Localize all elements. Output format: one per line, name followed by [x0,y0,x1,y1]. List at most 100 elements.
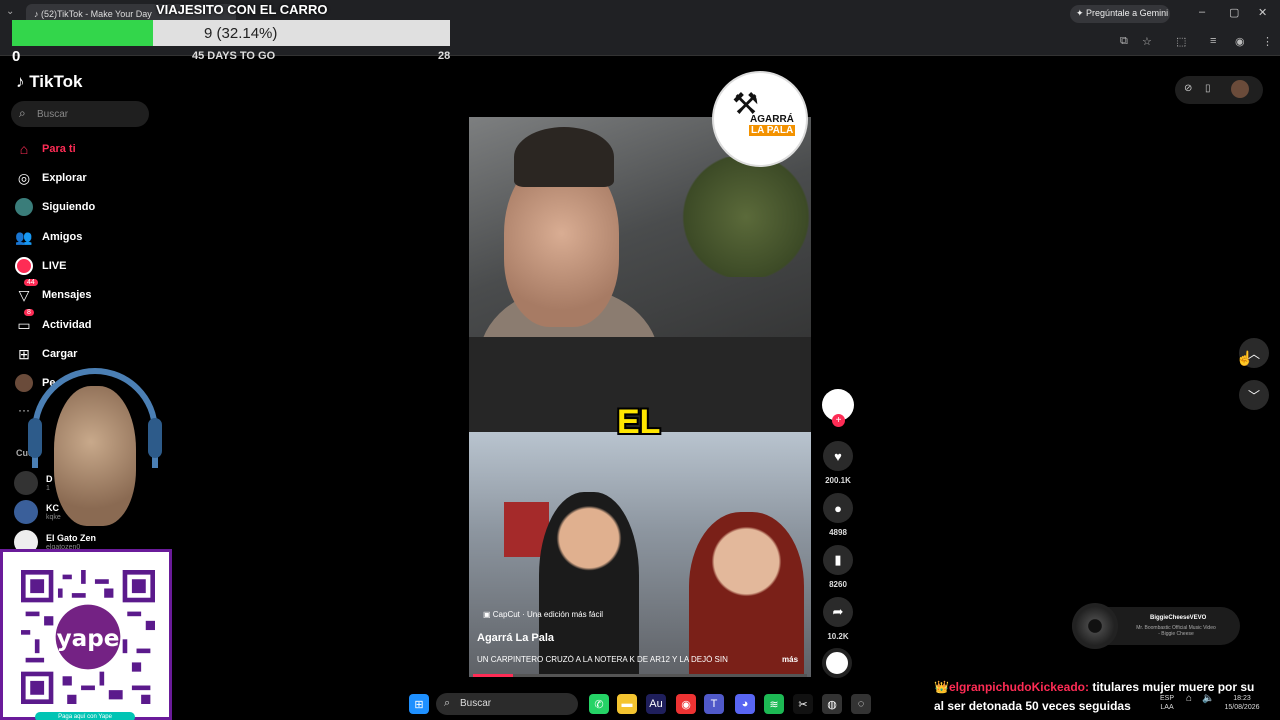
goal-progress-fill [12,20,153,46]
nav-label: Mensajes [42,289,92,301]
profile-icon[interactable]: ◉ [1235,35,1245,48]
tiktok-logo[interactable]: ♪ TikTok [16,72,82,92]
streamer-webcam [28,368,162,528]
tab-title: (52)TikTok - Make Your Day [41,9,152,19]
obs-icon[interactable]: ◍ [822,694,842,714]
extensions-icon[interactable]: ⬚ [1176,35,1186,48]
close-button[interactable]: ✕ [1258,6,1267,19]
video-player[interactable] [469,117,811,677]
bookmark-icon: ▮ [834,552,842,567]
nav-label: Cargar [42,348,78,360]
nav-item-mensajes[interactable]: ▽ 44 Mensajes [14,279,92,306]
capcut-icon: ▣ [483,610,493,619]
goal-progress-label: 9 (32.14%) [204,25,278,42]
top-right-controls: ⊘ ▯ [1175,76,1263,104]
network-icon[interactable]: ⌂ [1186,694,1192,704]
audition-icon[interactable]: Au [646,694,666,714]
ticker-line-1: 👑elgranpichudoKickeado: titulares mujer … [934,680,1254,694]
reading-list-icon[interactable]: ≡ [1210,35,1216,47]
earcup-right [148,418,162,458]
maximize-button[interactable]: ▢ [1229,6,1239,19]
mouse-cursor-icon: ☝ [1236,350,1254,366]
profile-avatar-icon [14,373,34,393]
qr-code-icon: yape [21,570,155,704]
user-avatar[interactable] [1231,80,1249,98]
earcup-left [28,418,42,458]
nav-label: Explorar [42,172,87,184]
search-input[interactable] [37,105,142,123]
clock-time: 18:23 [1233,695,1251,702]
chrome-menu-icon[interactable]: ⋮ [1262,35,1273,48]
nav-item-actividad[interactable]: ▭ 8 Actividad [14,309,92,336]
shares-count: 10.2K [827,632,849,641]
nav-label: Siguiendo [42,201,96,213]
search-icon: ⌕ [444,697,451,709]
file-explorer-icon[interactable]: ▬ [617,694,637,714]
chrome-icon[interactable]: ◉ [676,694,696,714]
language-indicator[interactable]: ESP LAA [1160,694,1174,712]
search-icon: ⌕ [19,106,26,120]
crown-icon: 👑 [934,680,949,694]
potato-avatar [54,386,136,526]
next-video-button[interactable]: ﹀ [1239,380,1269,410]
gemini-label: Pregúntale a Gemini [1086,8,1169,18]
saves-count: 8260 [829,580,847,589]
like-button[interactable]: ♥ [823,441,853,471]
nav-label: Amigos [42,231,83,243]
yape-qr-panel: yape Paga aquí con Yape [0,549,172,720]
taskbar-search[interactable]: ⌕ Buscar [436,693,578,715]
ticker-line-2: al ser detonada 50 veces seguidas [934,699,1131,713]
share-button[interactable]: ➦ [823,597,853,627]
capcut-tag[interactable]: ▣ CapCut · Una edición más fácil [483,610,603,619]
more-icon[interactable]: ··· [18,403,30,417]
nav-item-cargar[interactable]: ⊞ Cargar [14,343,77,365]
windows-start-icon[interactable]: ⊞ [409,694,429,714]
volume-icon[interactable]: 🔈 [1202,694,1214,704]
clock[interactable]: 18:23 15/08/2026 [1222,694,1262,712]
teams-icon[interactable]: T [704,694,724,714]
spotify-icon[interactable]: ≋ [764,694,784,714]
yape-cta: Paga aquí con Yape [35,712,135,720]
share-arrow-icon: ➦ [832,604,844,619]
nav-label: LIVE [42,260,67,272]
video-author[interactable]: Agarrá La Pala [477,632,554,644]
taskbar-search-label: Buscar [460,698,492,709]
video-overlay-word: EL [617,403,661,441]
search-box: ⌕ [11,101,149,127]
capcut-app-icon[interactable]: ✂ [793,694,813,714]
heart-icon: ♥ [834,448,842,464]
nav-item-explorar[interactable]: ◎ Explorar [14,167,87,189]
caption-more-link[interactable]: más [782,655,798,664]
tiktok-logo-text: TikTok [29,72,83,91]
video-progress-bar[interactable] [473,674,807,677]
discord-icon[interactable]: ◕ [735,694,755,714]
live-icon [14,256,34,276]
compass-small-icon[interactable]: ⊘ [1184,83,1192,94]
follow-plus-icon[interactable]: + [832,414,845,427]
scene-hair [514,127,614,187]
install-app-icon[interactable]: ⧉ [1120,35,1128,48]
nav-item-para-ti[interactable]: ⌂ Para ti [14,138,76,160]
bookmark-star-icon[interactable]: ☆ [1142,35,1152,48]
tab-list-icon[interactable]: ⌄ [6,6,14,17]
video-progress-fill [473,674,514,677]
gemini-button[interactable]: ✦ Pregúntale a Gemini [1070,5,1170,23]
device-icon[interactable]: ▯ [1205,83,1211,94]
activity-badge: 8 [24,309,34,316]
friends-icon: 👥 [15,228,33,245]
nav-item-live[interactable]: LIVE [14,255,66,277]
whatsapp-icon[interactable]: ✆ [589,694,609,714]
app-icon[interactable]: ◌ [851,694,871,714]
music-disc-icon[interactable] [822,648,852,678]
comment-icon: ● [834,500,842,516]
capcut-text: CapCut · Una edición más fácil [492,610,604,619]
minimize-button[interactable]: – [1199,6,1205,18]
comment-button[interactable]: ● [823,493,853,523]
goal-progress-bar: 9 (32.14%) [12,20,450,46]
nav-item-amigos[interactable]: 👥 Amigos [14,226,82,248]
nav-item-siguiendo[interactable]: Siguiendo [14,196,95,218]
upload-icon: ⊞ [18,345,30,362]
likes-count: 200.1K [825,476,851,485]
save-button[interactable]: ▮ [823,545,853,575]
now-playing-title: BiggieCheeseVEVO [1150,615,1207,621]
